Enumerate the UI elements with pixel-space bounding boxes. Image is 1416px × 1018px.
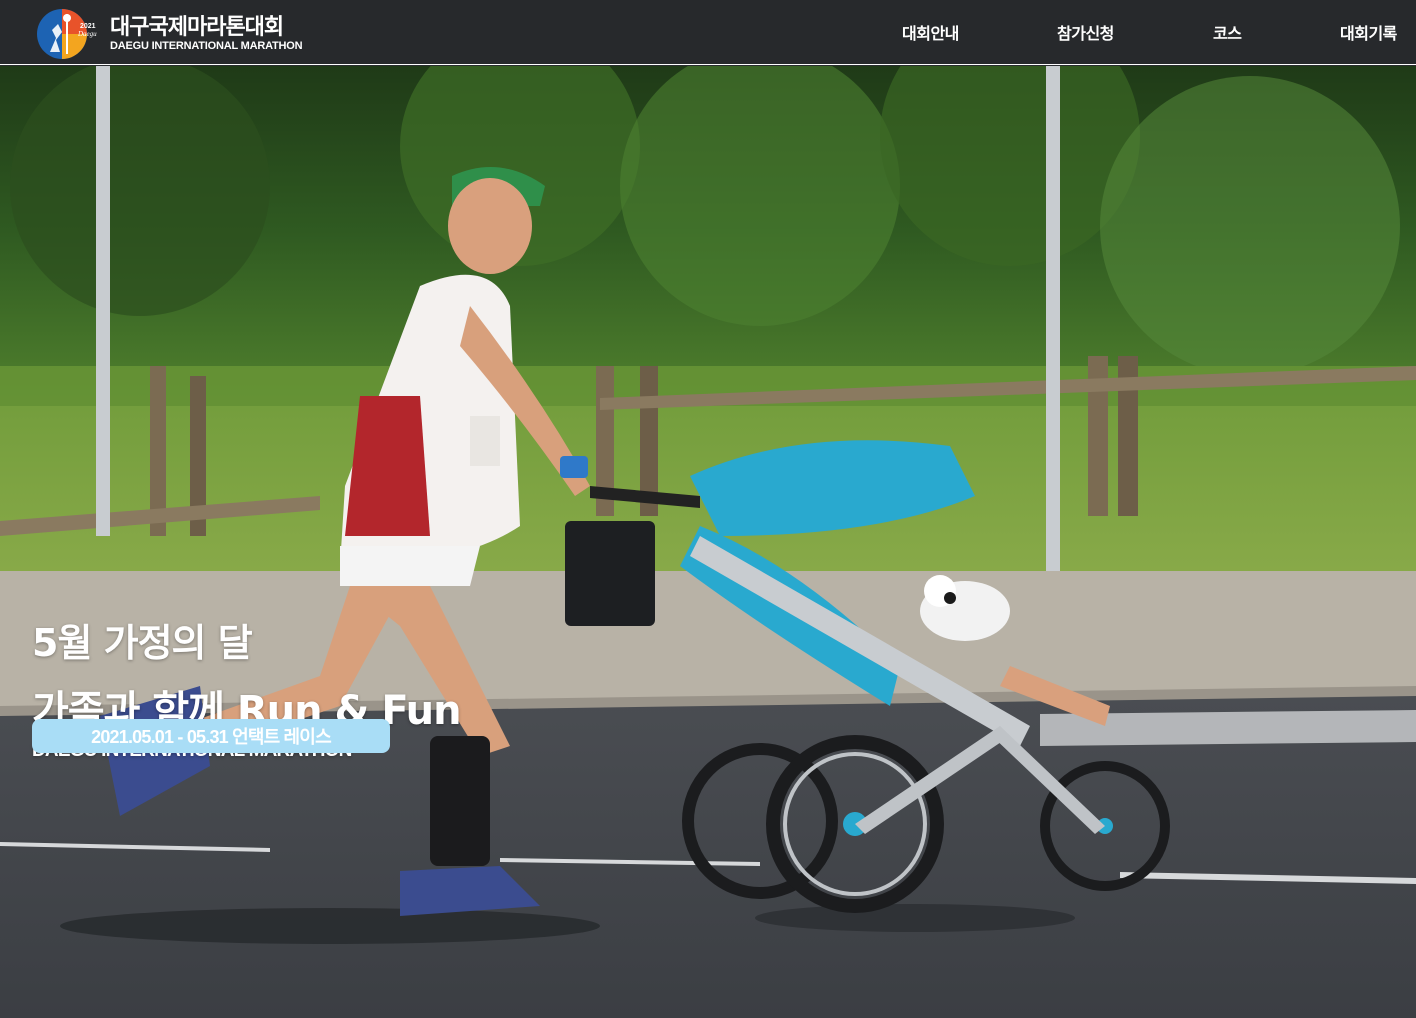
brand-name-ko: 대구국제마라톤대회 — [110, 15, 284, 40]
site-logo[interactable]: 2021 Daegu 대구국제마라톤대회 DAEGU INTERNATIONAL… — [36, 8, 303, 60]
nav-item-register[interactable]: 참가신청 — [1057, 20, 1114, 44]
nav-item-info[interactable]: 대회안내 — [902, 20, 959, 44]
nav-item-course[interactable]: 코스 — [1213, 20, 1242, 44]
marathon-emblem-icon: 2021 Daegu — [36, 8, 104, 60]
runner-with-stroller-photo — [0, 66, 1416, 1018]
race-period-badge[interactable]: 2021.05.01 - 05.31 언택트 레이스 — [32, 719, 390, 753]
svg-text:2021: 2021 — [80, 23, 96, 30]
hero-banner: 5월 가정의 달 가족과 함께 Run & Fun DAEGU INTERNAT… — [0, 66, 1416, 1018]
hero-headline-1: 5월 가정의 달 — [32, 621, 253, 665]
svg-text:Daegu: Daegu — [77, 30, 97, 38]
nav-item-records[interactable]: 대회기록 — [1340, 20, 1397, 44]
site-header: 2021 Daegu 대구국제마라톤대회 DAEGU INTERNATIONAL… — [0, 0, 1416, 65]
brand-name-en: DAEGU INTERNATIONAL MARATHON — [110, 40, 303, 52]
